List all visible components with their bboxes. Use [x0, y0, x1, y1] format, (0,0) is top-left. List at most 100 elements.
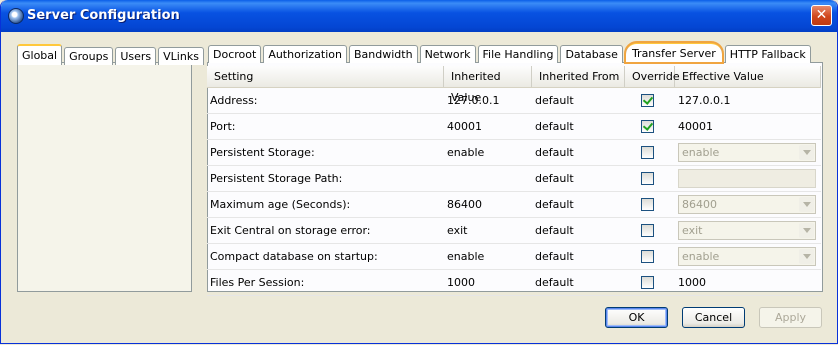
chevron-down-icon[interactable] — [799, 249, 814, 264]
table-header: Setting Inherited Value Inherited From O… — [207, 66, 821, 104]
ok-button[interactable]: OK — [605, 307, 668, 328]
left-tab-strip: Global Groups Users VLinks — [17, 44, 206, 65]
tab-docroot[interactable]: Docroot — [208, 45, 262, 63]
override-checkbox[interactable] — [641, 146, 654, 159]
override-checkbox[interactable] — [641, 120, 654, 133]
left-tab-panel — [17, 62, 192, 292]
tab-file-handling[interactable]: File Handling — [477, 45, 559, 63]
tab-groups[interactable]: Groups — [64, 47, 114, 65]
app-icon — [8, 8, 24, 24]
tab-users[interactable]: Users — [115, 47, 157, 65]
tab-transfer-server[interactable]: Transfer Server — [623, 41, 724, 64]
server-configuration-window: Server Configuration ✕ Global Groups Users… — [0, 0, 838, 344]
setting-name: Persistent Storage: — [210, 146, 315, 159]
inherited-value: exit — [447, 224, 468, 237]
table-row[interactable]: Compact database on startup: enable defaul… — [207, 244, 821, 270]
table-row[interactable]: Maximum age (Seconds): 86400 default 86400 — [207, 192, 821, 218]
effective-value: 1000 — [678, 276, 706, 289]
override-cell — [625, 218, 675, 243]
effective-value: 127.0.0.1 — [678, 94, 731, 107]
inherited-from: default — [535, 224, 574, 237]
column-header-inherited-from[interactable]: Inherited From — [532, 66, 625, 87]
close-icon: ✕ — [815, 7, 828, 23]
column-header-inherited-value[interactable]: Inherited Value — [444, 66, 532, 104]
inherited-from: default — [535, 250, 574, 263]
override-checkbox[interactable] — [641, 224, 654, 237]
inherited-value: 40001 — [447, 120, 482, 133]
override-cell — [625, 192, 675, 217]
effective-value-cell: 86400 — [675, 192, 821, 217]
override-cell — [625, 88, 675, 113]
close-button[interactable]: ✕ — [811, 5, 832, 26]
inherited-from: default — [535, 120, 574, 133]
effective-value-cell: exit — [675, 218, 821, 243]
setting-name: Port: — [210, 120, 236, 133]
inherited-from: default — [535, 172, 574, 185]
setting-name: Files Per Session: — [210, 276, 305, 289]
table-row[interactable]: Files Per Session: 1000 default 1000 — [207, 270, 821, 296]
tab-http-fallback[interactable]: HTTP Fallback — [724, 45, 811, 63]
table-row[interactable]: Address: 127.0.0.1 default 127.0.0.1 — [207, 88, 821, 114]
override-cell — [625, 244, 675, 269]
inherited-value — [444, 166, 532, 191]
setting-name: Compact database on startup: — [210, 250, 378, 263]
column-header-effective-value[interactable]: Effective Value — [675, 66, 821, 87]
effective-value-text: 86400 — [682, 198, 717, 211]
effective-value: 40001 — [678, 120, 713, 133]
override-checkbox[interactable] — [641, 172, 654, 185]
inherited-value: 86400 — [447, 198, 482, 211]
override-checkbox[interactable] — [641, 198, 654, 211]
setting-name: Exit Central on storage error: — [210, 224, 371, 237]
apply-button[interactable]: Apply — [759, 307, 822, 328]
chevron-down-icon[interactable] — [799, 223, 814, 238]
override-cell — [625, 140, 675, 165]
column-header-override[interactable]: Override — [625, 66, 680, 87]
effective-value-dropdown[interactable]: exit — [678, 221, 816, 240]
effective-value-cell — [675, 166, 821, 191]
chevron-down-icon[interactable] — [799, 145, 814, 160]
override-cell — [625, 114, 675, 139]
tab-network[interactable]: Network — [419, 45, 476, 63]
override-checkbox[interactable] — [641, 250, 654, 263]
override-cell — [625, 166, 675, 191]
effective-value-dropdown[interactable]: 86400 — [678, 195, 816, 214]
table-row[interactable]: Persistent Storage: enable default enable — [207, 140, 821, 166]
table-row[interactable]: Exit Central on storage error: exit defaul… — [207, 218, 821, 244]
effective-value-text: enable — [682, 250, 720, 263]
window-title: Server Configuration — [27, 8, 180, 23]
effective-value-cell: enable — [675, 140, 821, 165]
tab-database[interactable]: Database — [560, 45, 623, 63]
inherited-from: default — [535, 94, 574, 107]
override-checkbox[interactable] — [641, 276, 654, 289]
inherited-from: default — [535, 146, 574, 159]
settings-table: Setting Inherited Value Inherited From O… — [207, 66, 821, 296]
column-header-setting[interactable]: Setting — [207, 66, 444, 87]
chevron-down-icon[interactable] — [799, 197, 814, 212]
effective-value-cell: enable — [675, 244, 821, 269]
table-row[interactable]: Persistent Storage Path: default — [207, 166, 821, 192]
table-body: Address: 127.0.0.1 default 127.0.0.1 Port: 40… — [207, 88, 821, 296]
tab-vlinks[interactable]: VLinks — [158, 47, 204, 65]
title-bar[interactable]: Server Configuration ✕ — [1, 0, 837, 32]
setting-name: Address: — [210, 94, 258, 107]
tab-authorization[interactable]: Authorization — [263, 45, 347, 63]
table-row[interactable]: Port: 40001 default 40001 — [207, 114, 821, 140]
setting-name: Persistent Storage Path: — [210, 172, 343, 185]
tab-global[interactable]: Global — [17, 44, 63, 65]
effective-value-text: exit — [682, 224, 703, 237]
effective-value-field[interactable] — [678, 169, 816, 188]
override-checkbox[interactable] — [641, 94, 654, 107]
override-cell — [625, 270, 675, 295]
effective-value-text: enable — [682, 146, 720, 159]
inherited-from: default — [535, 198, 574, 211]
tab-bandwidth[interactable]: Bandwidth — [349, 45, 418, 63]
effective-value-dropdown[interactable]: enable — [678, 247, 816, 266]
inherited-value: 1000 — [447, 276, 475, 289]
setting-name: Maximum age (Seconds): — [210, 198, 351, 211]
inherited-from: default — [535, 276, 574, 289]
inherited-value: enable — [447, 146, 485, 159]
inherited-value: enable — [447, 250, 485, 263]
right-tab-strip: Docroot Authorization Bandwidth Network File… — [208, 41, 813, 64]
effective-value-dropdown[interactable]: enable — [678, 143, 816, 162]
cancel-button[interactable]: Cancel — [682, 307, 745, 328]
